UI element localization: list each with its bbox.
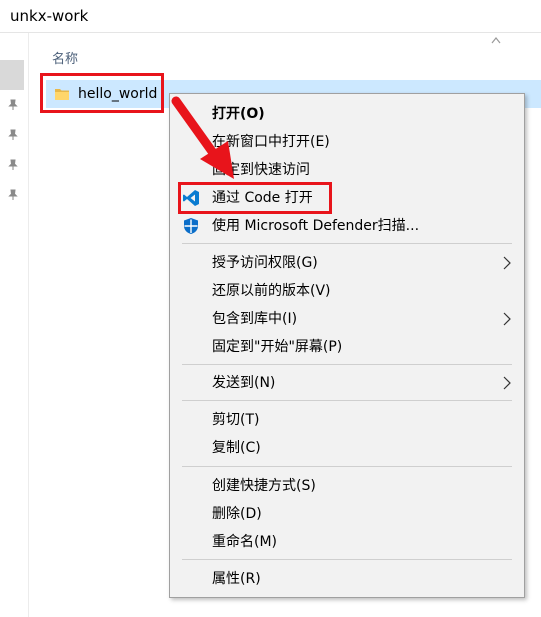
pin-icon[interactable]: [7, 99, 19, 111]
navigation-pane: [0, 33, 29, 617]
sort-ascending-icon: [491, 37, 501, 44]
menu-separator: [182, 466, 512, 467]
menu-item-copy[interactable]: 复制(C): [170, 435, 524, 461]
window-title: unkx-work: [10, 7, 89, 25]
pin-icon[interactable]: [7, 189, 19, 201]
chevron-right-icon: [503, 256, 511, 270]
menu-separator: [182, 243, 512, 244]
menu-item-delete[interactable]: 删除(D): [170, 501, 524, 527]
window-titlebar: unkx-work: [0, 0, 541, 33]
column-header-name[interactable]: 名称: [52, 48, 78, 67]
menu-separator: [182, 400, 512, 401]
menu-item-cut[interactable]: 剪切(T): [170, 407, 524, 433]
menu-item-send-to[interactable]: 发送到(N): [170, 370, 524, 396]
menu-separator: [182, 364, 512, 365]
menu-item-include-in-library[interactable]: 包含到库中(I): [170, 306, 524, 332]
nav-selected-item[interactable]: [0, 60, 24, 90]
menu-item-grant-access[interactable]: 授予访问权限(G): [170, 250, 524, 276]
menu-item-defender-scan[interactable]: 使用 Microsoft Defender扫描...: [170, 213, 524, 239]
menu-item-rename[interactable]: 重命名(M): [170, 529, 524, 555]
menu-item-properties[interactable]: 属性(R): [170, 566, 524, 592]
menu-separator: [182, 559, 512, 560]
chevron-right-icon: [503, 376, 511, 390]
defender-shield-icon: [184, 218, 198, 234]
red-arrow-annotation: [171, 96, 234, 179]
pin-icon[interactable]: [7, 129, 19, 141]
chevron-right-icon: [503, 312, 511, 326]
menu-item-pin-to-start[interactable]: 固定到"开始"屏幕(P): [170, 334, 524, 360]
file-highlight-box: [40, 73, 164, 113]
pin-icon[interactable]: [7, 159, 19, 171]
menu-item-restore-versions[interactable]: 还原以前的版本(V): [170, 278, 524, 304]
menu-item-create-shortcut[interactable]: 创建快捷方式(S): [170, 473, 524, 499]
